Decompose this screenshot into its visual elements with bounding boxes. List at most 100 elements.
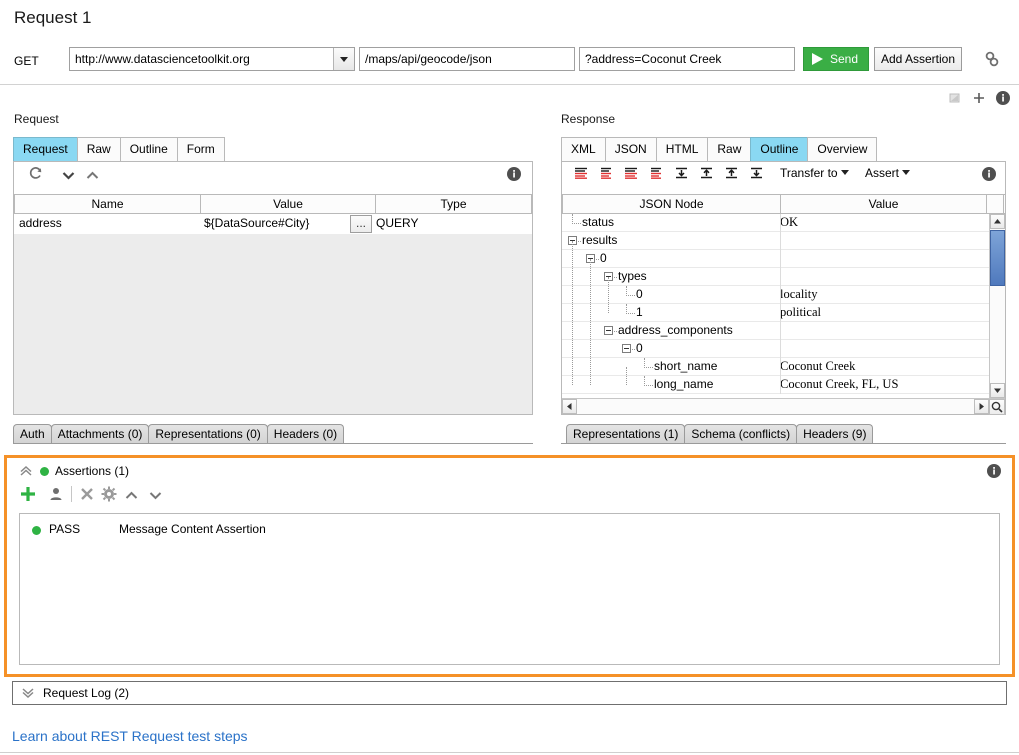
info-icon[interactable]	[506, 166, 522, 185]
chevron-up-icon[interactable]	[86, 169, 99, 183]
tree-node-label: 0	[636, 341, 643, 355]
tree-row[interactable]: types	[562, 268, 989, 286]
expand-all-icon[interactable]	[573, 166, 590, 180]
collapse-all-icon[interactable]	[598, 166, 615, 180]
response-tab-schema-conflicts-[interactable]: Schema (conflicts)	[684, 424, 797, 443]
resource-path-input[interactable]: /maps/api/geocode/json	[359, 47, 575, 71]
delete-assertion-icon[interactable]	[79, 486, 95, 505]
collapse-level-icon[interactable]	[648, 166, 665, 180]
move-up-icon[interactable]	[125, 489, 138, 503]
response-tab-headers-9-[interactable]: Headers (9)	[796, 424, 873, 443]
tree-expander-icon[interactable]	[622, 344, 631, 353]
scroll-right-button[interactable]	[974, 399, 989, 414]
assertion-row[interactable]: PASSMessage Content Assertion	[20, 520, 999, 542]
param-value-browse-button[interactable]: ...	[350, 215, 372, 233]
tab-label: Outline	[130, 142, 168, 156]
column-header[interactable]: JSON Node	[563, 195, 781, 213]
assertions-status-dot	[40, 467, 49, 476]
tab-xml[interactable]: XML	[561, 137, 606, 161]
chevron-down-icon[interactable]	[62, 169, 75, 183]
info-icon[interactable]	[995, 90, 1011, 109]
tab-outline[interactable]: Outline	[750, 137, 808, 161]
zoom-corner-icon[interactable]	[989, 399, 1005, 415]
column-header[interactable]: Name	[15, 195, 201, 213]
response-horizontal-scrollbar[interactable]	[562, 398, 1005, 414]
tab-label: Overview	[817, 142, 867, 156]
goto-top-icon[interactable]	[698, 166, 715, 180]
assert-menu[interactable]: Assert	[865, 166, 910, 180]
scroll-up-button[interactable]	[990, 214, 1005, 229]
send-button[interactable]: Send	[803, 47, 869, 71]
info-icon[interactable]	[986, 463, 1002, 482]
param-name-cell[interactable]: address	[19, 214, 197, 234]
tab-outline[interactable]: Outline	[120, 137, 178, 161]
previous-node-icon[interactable]	[723, 166, 740, 180]
tree-row[interactable]: results	[562, 232, 989, 250]
base-url-combobox[interactable]: http://www.datasciencetoolkit.org	[69, 47, 355, 71]
transfer-to-menu[interactable]: Transfer to	[780, 166, 849, 180]
tree-row[interactable]: 1political	[562, 304, 989, 322]
tree-row[interactable]: 0locality	[562, 286, 989, 304]
response-bottom-tab-underline	[561, 443, 1006, 444]
scroll-down-button[interactable]	[990, 383, 1005, 398]
tab-label: Form	[187, 142, 215, 156]
info-icon[interactable]	[981, 166, 997, 185]
query-string-input[interactable]: ?address=Coconut Creek	[579, 47, 795, 71]
request-tab-attachments-0-[interactable]: Attachments (0)	[51, 424, 150, 443]
next-node-icon[interactable]	[748, 166, 765, 180]
tab-label: Representations (0)	[155, 427, 260, 441]
tab-html[interactable]: HTML	[656, 137, 709, 161]
clone-assertion-icon[interactable]	[47, 485, 65, 506]
param-type-cell[interactable]: QUERY	[376, 214, 526, 234]
tab-raw[interactable]: Raw	[707, 137, 751, 161]
tab-json[interactable]: JSON	[605, 137, 657, 161]
request-panel-label: Request	[14, 112, 59, 126]
move-down-icon[interactable]	[149, 489, 162, 503]
configure-assertion-icon[interactable]	[101, 486, 117, 505]
tree-row[interactable]: address_components	[562, 322, 989, 340]
request-tab-representations-0-[interactable]: Representations (0)	[148, 424, 267, 443]
json-outline-tree: statusOKresults0types0locality1political…	[562, 214, 989, 398]
tree-connector	[572, 241, 574, 385]
tab-request[interactable]: Request	[13, 137, 78, 161]
refresh-icon[interactable]	[28, 165, 44, 184]
collapse-assertions-icon[interactable]	[19, 465, 33, 480]
tab-overview[interactable]: Overview	[807, 137, 877, 161]
tab-form[interactable]: Form	[177, 137, 225, 161]
plus-icon[interactable]	[971, 90, 987, 109]
add-assertion-icon[interactable]	[19, 485, 37, 506]
column-header[interactable]: Value	[201, 195, 376, 213]
expand-level-icon[interactable]	[623, 166, 640, 180]
chevron-down-icon[interactable]	[333, 48, 354, 70]
response-vertical-scrollbar[interactable]	[989, 214, 1005, 398]
tab-label: Schema (conflicts)	[691, 427, 790, 441]
request-tab-auth[interactable]: Auth	[13, 424, 52, 443]
tree-row[interactable]: 0	[562, 250, 989, 268]
edit-pencil-icon[interactable]	[947, 90, 963, 109]
request-params-header: NameValueType	[14, 194, 532, 214]
tree-expander-icon[interactable]	[604, 326, 613, 335]
goto-bottom-icon[interactable]	[673, 166, 690, 180]
request-log-bar[interactable]: Request Log (2)	[12, 681, 1007, 705]
add-assertion-button[interactable]: Add Assertion	[874, 47, 962, 71]
tree-node-value: Coconut Creek, FL, US	[780, 377, 898, 392]
resource-path-value: /maps/api/geocode/json	[365, 52, 492, 66]
tab-label: Raw	[717, 142, 741, 156]
response-tab-representations-1-[interactable]: Representations (1)	[566, 424, 685, 443]
column-header[interactable]: Type	[376, 195, 532, 213]
expand-request-log-icon[interactable]	[21, 687, 35, 702]
param-value-cell[interactable]: ${DataSource#City}	[204, 214, 344, 234]
chain-link-icon[interactable]	[982, 50, 1002, 68]
tab-label: Headers (9)	[803, 427, 866, 441]
column-header[interactable]: Value	[781, 195, 987, 213]
table-row[interactable]: address ${DataSource#City}...QUERY	[14, 214, 532, 235]
tree-node-value: political	[780, 305, 821, 320]
response-outline-panel: Transfer to Assert JSON NodeValue status…	[561, 161, 1006, 415]
request-tab-headers-0-[interactable]: Headers (0)	[267, 424, 344, 443]
tree-row[interactable]: statusOK	[562, 214, 989, 232]
learn-link[interactable]: Learn about REST Request test steps	[12, 728, 248, 744]
tree-row[interactable]: 0	[562, 340, 989, 358]
scrollbar-thumb[interactable]	[990, 230, 1005, 286]
tab-raw[interactable]: Raw	[77, 137, 121, 161]
scroll-left-button[interactable]	[562, 399, 577, 414]
